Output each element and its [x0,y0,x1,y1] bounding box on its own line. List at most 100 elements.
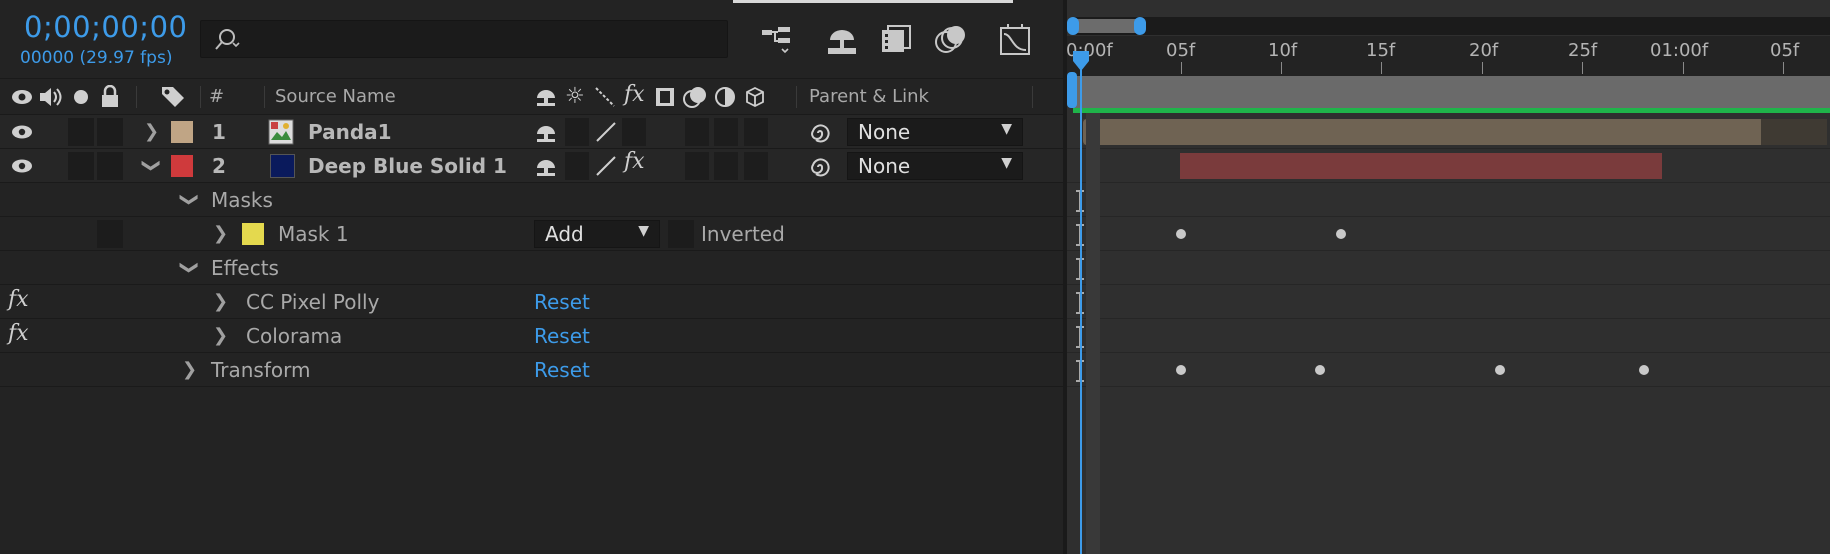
keyframe[interactable] [1176,365,1186,375]
playhead-line[interactable] [1080,60,1082,554]
motion-blur-switch[interactable] [685,118,709,146]
masks-group-row[interactable]: ❯ Masks [0,183,1063,217]
collapse-chevron-icon[interactable]: ❯ [179,192,200,207]
timeline-row-layer-1[interactable] [1067,115,1830,149]
reset-link[interactable]: Reset [534,324,590,348]
time-navigator-start-handle[interactable] [1067,17,1079,35]
search-input[interactable] [200,20,728,58]
motion-blur-switch[interactable] [685,152,709,180]
lock-toggle[interactable] [97,152,123,180]
mask-mode-dropdown[interactable]: Add ▼ [534,220,660,248]
shy-switch-icon[interactable] [534,156,558,178]
column-parent-link[interactable]: Parent & Link [809,86,929,107]
expand-chevron-icon[interactable]: ❯ [213,325,228,346]
effect-name[interactable]: Colorama [246,324,342,348]
adjustment-switch[interactable] [714,152,738,180]
column-source-name[interactable]: Source Name [275,86,396,107]
3d-switch[interactable] [744,152,768,180]
effect-name[interactable]: CC Pixel Polly [246,290,379,314]
quality-icon[interactable] [594,86,616,108]
layer-name[interactable]: Panda1 [308,120,392,144]
keyframe[interactable] [1315,365,1325,375]
expand-chevron-icon[interactable]: ❯ [182,359,197,380]
collapse-transformations-icon[interactable]: ☼ [565,84,585,109]
time-navigator-end-handle[interactable] [1134,17,1146,35]
layer-row-2[interactable]: ❯ 2 Deep Blue Solid 1 fx None ▼ [0,149,1063,183]
keyframe[interactable] [1336,229,1346,239]
quality-switch-icon[interactable] [594,154,618,178]
effect-row[interactable]: fx ❯ CC Pixel Polly Reset [0,285,1063,319]
frame-blend-switch-icon[interactable] [654,86,676,108]
motion-blur-switch-icon[interactable] [682,85,708,109]
effects-switch-icon[interactable]: fx [624,82,645,107]
layer-duration-bar[interactable] [1083,119,1761,145]
motion-blur-icon[interactable] [932,22,968,58]
3d-layer-icon[interactable] [744,86,766,108]
video-visibility-icon[interactable] [10,87,34,107]
quality-switch-icon[interactable] [594,120,618,144]
adjustment-layer-icon[interactable] [714,86,736,108]
collapse-chevron-icon[interactable]: ❯ [141,158,162,173]
timeline-row-layer-2[interactable] [1067,149,1830,183]
lock-icon[interactable] [100,85,120,109]
layer-label-color[interactable] [171,121,193,143]
mask-name[interactable]: Mask 1 [278,222,349,246]
effect-enable-icon[interactable]: fx [8,287,29,312]
time-navigator[interactable] [1072,17,1830,35]
expand-chevron-icon[interactable]: ❯ [144,121,159,142]
ruler-label: 25f [1568,40,1598,61]
lock-toggle[interactable] [97,118,123,146]
parent-dropdown[interactable]: None ▼ [847,152,1023,180]
transform-row[interactable]: ❯ Transform Reset [0,353,1063,387]
audio-icon[interactable] [38,86,64,108]
effects-switch[interactable] [622,118,646,146]
video-visibility-icon[interactable] [10,157,34,175]
draft-3d-icon[interactable] [824,22,860,58]
solo-icon[interactable] [74,90,88,104]
column-number[interactable]: # [209,86,224,107]
collapse-chevron-icon[interactable]: ❯ [179,260,200,275]
lock-toggle[interactable] [97,220,123,248]
effects-group-row[interactable]: ❯ Effects [0,251,1063,285]
reset-link[interactable]: Reset [534,358,590,382]
pick-whip-icon[interactable] [808,155,832,179]
mask-row[interactable]: ❯ Mask 1 Add ▼ Inverted [0,217,1063,251]
layer-duration-bar[interactable] [1180,153,1662,179]
graph-editor-icon[interactable] [998,22,1034,58]
work-area-start-handle[interactable] [1067,72,1077,108]
adjustment-switch[interactable] [714,118,738,146]
timeline-row-transform [1067,353,1830,387]
layer-name[interactable]: Deep Blue Solid 1 [308,154,507,178]
inverted-checkbox[interactable] [668,220,694,248]
collapse-switch[interactable] [565,152,589,180]
mask-color-swatch[interactable] [242,223,264,245]
expand-chevron-icon[interactable]: ❯ [213,223,228,244]
playhead-handle-icon[interactable] [1072,50,1090,72]
3d-switch[interactable] [744,118,768,146]
shy-icon[interactable] [534,86,558,108]
parent-dropdown[interactable]: None ▼ [847,118,1023,146]
keyframe[interactable] [1495,365,1505,375]
solid-color-icon [270,154,295,178]
layer-label-color[interactable] [171,155,193,177]
solo-toggle[interactable] [68,152,94,180]
label-icon[interactable] [160,85,186,109]
solo-toggle[interactable] [68,118,94,146]
work-area-bar[interactable] [1073,76,1830,110]
current-time-display[interactable]: 0;00;00;00 [24,10,187,44]
reset-link[interactable]: Reset [534,290,590,314]
pick-whip-icon[interactable] [808,121,832,145]
keyframe[interactable] [1639,365,1649,375]
collapse-switch[interactable] [565,118,589,146]
layer-row-1[interactable]: ❯ 1 Panda1 None ▼ [0,115,1063,149]
frame-blending-icon[interactable] [878,22,914,58]
composition-mini-flowchart-icon[interactable] [760,22,796,58]
time-navigator-thumb[interactable] [1073,19,1139,33]
expand-chevron-icon[interactable]: ❯ [213,291,228,312]
effects-switch-icon[interactable]: fx [624,149,645,174]
video-visibility-icon[interactable] [10,123,34,141]
shy-switch-icon[interactable] [534,122,558,144]
effect-enable-icon[interactable]: fx [8,321,29,346]
keyframe[interactable] [1176,229,1186,239]
effect-row[interactable]: fx ❯ Colorama Reset [0,319,1063,353]
